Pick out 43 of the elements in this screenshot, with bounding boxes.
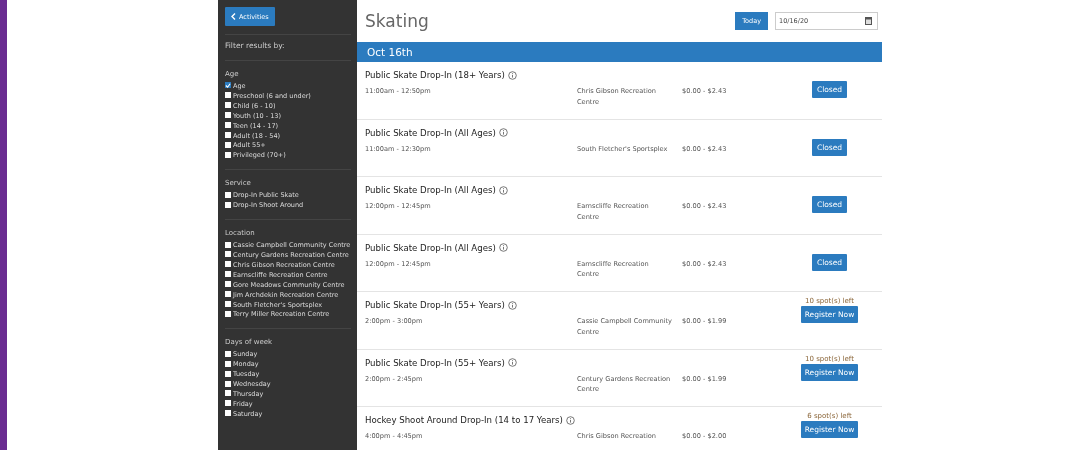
info-icon[interactable] [565,415,575,425]
checkbox[interactable] [225,251,231,258]
page-title: Skating [365,10,430,31]
checkbox[interactable] [225,92,231,99]
checkbox[interactable] [225,400,231,407]
checkbox[interactable] [225,281,231,288]
checkbox[interactable] [225,390,231,397]
date-heading: Oct 16th [357,42,882,62]
chevron-left-icon [231,13,236,20]
calendar-icon [865,17,872,25]
checkbox[interactable] [225,271,231,278]
session-name: Public Skate Drop-In (55+ Years) [365,300,505,310]
checkbox[interactable] [225,132,231,139]
checkbox[interactable] [225,291,231,298]
checkbox[interactable] [225,122,231,129]
checkbox[interactable] [225,370,231,377]
checkbox[interactable] [225,241,231,248]
checkbox[interactable] [225,82,231,88]
info-icon[interactable] [498,128,508,137]
session-name: Public Skate Drop-In (18+ Years) [365,70,505,80]
session-name: Public Skate Drop-In (55+ Years) [365,357,505,368]
session-name: Public Skate Drop-In (All Ages) [365,127,496,138]
checkbox[interactable] [225,201,231,208]
info-icon[interactable] [507,358,517,367]
session-name: Hockey Shoot Around Drop-In (14 to 17 Years) [365,415,563,425]
checkbox[interactable] [225,350,231,357]
info-icon[interactable] [498,185,508,195]
checkbox[interactable] [225,360,231,367]
checkbox[interactable] [225,102,231,109]
checkbox[interactable] [225,310,231,317]
checkbox[interactable] [225,301,231,307]
checkbox[interactable] [225,151,231,158]
info-icon[interactable] [507,300,517,310]
checkbox[interactable] [225,141,231,148]
checkbox[interactable] [225,191,231,198]
session-name: Public Skate Drop-In (All Ages) [365,185,496,195]
info-icon[interactable] [498,243,508,252]
session-name: Public Skate Drop-In (All Ages) [365,242,496,253]
info-icon[interactable] [507,70,517,80]
checkbox[interactable] [225,380,231,387]
checkbox[interactable] [225,410,231,417]
checkbox[interactable] [225,112,231,119]
checkbox[interactable] [225,261,231,268]
